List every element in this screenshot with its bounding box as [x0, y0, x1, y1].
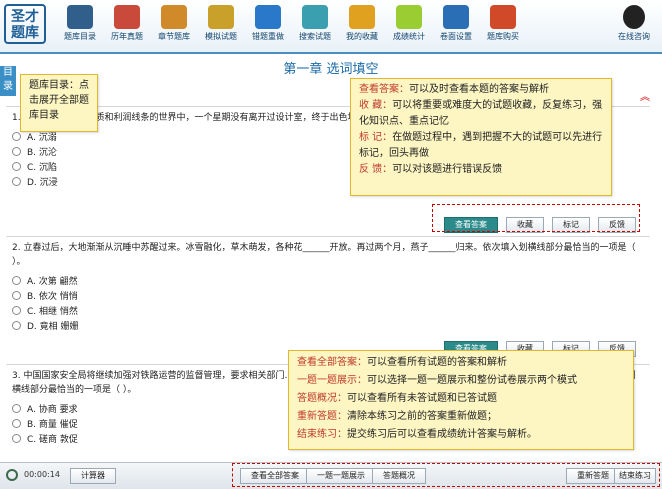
app-logo: 圣才题库 — [4, 4, 46, 44]
qq-penguin-icon — [623, 5, 645, 29]
top-toolbar: 圣才题库 题库目录 历年真题 章节题库 模拟试题 错题重做 搜索试题 我的收藏 成绩统计 卷面设… — [0, 0, 662, 54]
radio-button[interactable] — [12, 419, 21, 428]
tip-answer-overview: 答题概况：可以查看所有未答试题和已答试题 — [297, 393, 497, 404]
option-label: B. 沉沦 — [27, 148, 57, 158]
tip-show-all-answers: 查看全部答案：可以查看所有试题的答案和解析 — [297, 357, 507, 368]
online-support-label: 在线咨询 — [618, 32, 650, 41]
tip-view-answer: 查看答案：可以及时查看本题的答案与解析 — [359, 84, 549, 95]
tip-feedback: 反 馈：可以对该题进行错误反馈 — [359, 164, 503, 175]
footer-buttons-highlight — [232, 463, 660, 487]
option-b[interactable]: B. 依次 悄悄 — [12, 288, 650, 303]
radio-button[interactable] — [12, 132, 21, 141]
option-label: C. 相继 悄然 — [27, 307, 78, 317]
nav-item[interactable]: 题库购买 — [481, 5, 525, 42]
nav-item-label: 历年真题 — [111, 32, 143, 41]
document-icon — [114, 5, 140, 29]
nav-item-label: 我的收藏 — [346, 32, 378, 41]
footer-tools-callout: 查看全部答案：可以查看所有试题的答案和解析 一题一题展示：可以选择一题一题展示和… — [288, 350, 634, 450]
nav-item-label: 卷面设置 — [440, 32, 472, 41]
radio-button[interactable] — [12, 177, 21, 186]
option-label: B. 依次 悄悄 — [27, 292, 78, 302]
option-label: D. 竟相 姗姗 — [27, 322, 79, 332]
chapter-title: 第一章 选词填空 — [283, 62, 379, 77]
alarm-clock-icon — [6, 469, 18, 481]
nav-item[interactable]: 模拟试题 — [199, 5, 243, 42]
back-arrow-icon — [255, 5, 281, 29]
cart-icon — [490, 5, 516, 29]
radio-button[interactable] — [12, 404, 21, 413]
monitor-icon — [67, 5, 93, 29]
nav-item[interactable]: 错题重做 — [246, 5, 290, 42]
option-label: A. 次第 翩然 — [27, 277, 78, 287]
pencil-icon — [161, 5, 187, 29]
question-text: 2. 立春过后，大地渐渐从沉睡中苏醒过来。冰雪融化，草木萌发，各种花______… — [12, 243, 636, 267]
radio-button[interactable] — [12, 147, 21, 156]
radio-button[interactable] — [12, 276, 21, 285]
nav-item-label: 错题重做 — [252, 32, 284, 41]
question-item: 2. 立春过后，大地渐渐从沉睡中苏醒过来。冰雪融化，草木萌发，各种花______… — [6, 236, 650, 357]
tip-mark: 标 记：在做题过程中，遇到把握不大的试题可以先进行标记，回头再做 — [359, 132, 603, 159]
chart-icon — [396, 5, 422, 29]
nav-item[interactable]: 卷面设置 — [434, 5, 478, 42]
nav-item-label: 模拟试题 — [205, 32, 237, 41]
question-buttons-highlight — [432, 204, 640, 232]
elapsed-timer: 00:00:14 — [24, 470, 60, 479]
radio-button[interactable] — [12, 306, 21, 315]
calculator-button[interactable]: 计算器 — [70, 468, 116, 484]
nav-item[interactable]: 搜索试题 — [293, 5, 337, 42]
option-label: C. 磋商 敦促 — [27, 435, 78, 445]
magnifier-icon — [302, 5, 328, 29]
tip-favorite: 收 藏：可以将重要或难度大的试题收藏，反复练习，强化知识点、重点记忆 — [359, 100, 603, 127]
radio-button[interactable] — [12, 434, 21, 443]
tip-finish: 结束练习：提交练习后可以查看成绩统计答案与解析。 — [297, 429, 537, 440]
nav-item[interactable]: 章节题库 — [152, 5, 196, 42]
option-a[interactable]: A. 次第 翩然 — [12, 273, 650, 288]
option-c[interactable]: C. 相继 悄然 — [12, 303, 650, 318]
nav-item-label: 题库购买 — [487, 32, 519, 41]
radio-button[interactable] — [12, 321, 21, 330]
gear-icon — [443, 5, 469, 29]
option-d[interactable]: D. 竟相 姗姗 — [12, 318, 650, 333]
option-label: A. 协商 要求 — [27, 405, 78, 415]
star-icon — [349, 5, 375, 29]
option-label: D. 沉浸 — [27, 178, 58, 188]
radio-button[interactable] — [12, 162, 21, 171]
catalog-callout: 题库目录：点击展开全部题库目录 — [20, 74, 98, 132]
online-support-button[interactable]: 在线咨询 — [612, 5, 656, 42]
exam-paper-icon — [208, 5, 234, 29]
question-tools-callout: 查看答案：可以及时查看本题的答案与解析 收 藏：可以将重要或难度大的试题收藏，反… — [350, 78, 612, 196]
nav-item[interactable]: 历年真题 — [105, 5, 149, 42]
nav-item-label: 章节题库 — [158, 32, 190, 41]
option-label: B. 商量 催促 — [27, 420, 78, 430]
nav-item-label: 题库目录 — [64, 32, 96, 41]
tip-restart: 重新答题：清除本练习之前的答案重新做题； — [297, 411, 497, 422]
catalog-callout-text: 题库目录：点击展开全部题库目录 — [29, 80, 89, 121]
nav-item[interactable]: 题库目录 — [58, 5, 102, 42]
nav-item-label: 成绩统计 — [393, 32, 425, 41]
nav-item[interactable]: 我的收藏 — [340, 5, 384, 42]
option-label: C. 沉陷 — [27, 163, 58, 173]
tip-one-by-one: 一题一题展示：可以选择一题一题展示和整份试卷展示两个模式 — [297, 375, 577, 386]
nav-item[interactable]: 成绩统计 — [387, 5, 431, 42]
radio-button[interactable] — [12, 291, 21, 300]
nav-item-label: 搜索试题 — [299, 32, 331, 41]
